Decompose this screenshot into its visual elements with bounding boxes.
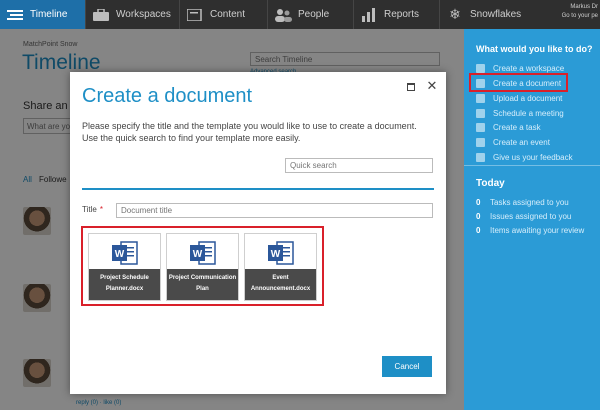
today-tasks[interactable]: 0 Tasks assigned to you	[476, 196, 569, 208]
nav-workspaces[interactable]: Workspaces	[86, 0, 180, 29]
sidebar-divider	[464, 165, 600, 166]
people-icon	[274, 8, 292, 22]
dialog-title: Create a document	[82, 85, 253, 107]
title-field-label: Title *	[82, 205, 103, 214]
nav-content[interactable]: Content	[180, 0, 268, 29]
dialog-description: Please specify the title and the templat…	[82, 121, 417, 143]
nav-label: Reports	[384, 9, 420, 20]
count-label: Tasks assigned to you	[490, 197, 569, 207]
today-issues[interactable]: 0 Issues assigned to you	[476, 210, 571, 222]
briefcase-icon	[92, 8, 110, 22]
nav-label: People	[298, 9, 330, 20]
template-list: W Project Schedule Planner.docx W Projec…	[81, 226, 324, 306]
create-document-dialog: Create a document ✕ Please specify the t…	[70, 72, 446, 394]
feedback-icon	[476, 153, 485, 162]
folder-icon	[186, 8, 204, 22]
close-icon[interactable]: ✕	[426, 79, 438, 92]
svg-text:W: W	[271, 249, 281, 260]
action-schedule-meeting[interactable]: Schedule a meeting	[476, 107, 564, 120]
sidebar-title: What would you like to do?	[476, 44, 593, 54]
word-icon: W	[268, 241, 294, 265]
action-create-event[interactable]: Create an event	[476, 136, 550, 149]
template-card[interactable]: W Project Schedule Planner.docx	[88, 233, 161, 301]
count: 0	[476, 197, 481, 207]
upload-icon	[476, 94, 485, 103]
nav-label: Workspaces	[116, 9, 171, 20]
action-give-feedback[interactable]: Give us your feedback	[476, 151, 573, 164]
cancel-button[interactable]: Cancel	[382, 356, 432, 377]
word-icon: W	[190, 241, 216, 265]
today-reviews[interactable]: 0 Items awaiting your review	[476, 224, 584, 236]
workspace-icon	[476, 64, 485, 73]
action-label: Create a workspace	[493, 64, 565, 73]
calendar-icon	[476, 138, 485, 147]
user-name: Markus Dr	[570, 4, 598, 10]
action-upload-document[interactable]: Upload a document	[476, 92, 562, 105]
nav-reports[interactable]: Reports	[354, 0, 440, 29]
count: 0	[476, 211, 481, 221]
quick-search-input[interactable]	[285, 158, 433, 173]
create-document-highlight	[469, 73, 568, 92]
title-label-text: Title	[82, 205, 97, 214]
template-card[interactable]: W Project Communication Plan	[166, 233, 239, 301]
meeting-icon	[476, 109, 485, 118]
action-label: Create an event	[493, 138, 550, 147]
svg-text:W: W	[193, 249, 203, 260]
action-label: Give us your feedback	[493, 153, 573, 162]
template-name: Event Announcement.docx	[245, 269, 316, 300]
action-label: Upload a document	[493, 94, 563, 103]
word-icon: W	[112, 241, 138, 265]
flag-icon	[476, 123, 485, 132]
nav-label: Timeline	[30, 9, 68, 20]
action-label: Create a task	[493, 123, 541, 132]
svg-text:W: W	[115, 249, 125, 260]
count-label: Issues assigned to you	[490, 211, 572, 221]
nav-people[interactable]: People	[268, 0, 354, 29]
count-label: Items awaiting your review	[490, 225, 585, 235]
top-nav: Timeline Workspaces Content People Repor…	[0, 0, 600, 29]
maximize-icon[interactable]	[406, 82, 416, 92]
required-mark: *	[99, 205, 103, 214]
template-name: Project Schedule Planner.docx	[89, 269, 160, 300]
user-menu[interactable]: Markus Dr Go to your pe	[562, 3, 598, 21]
action-create-task[interactable]: Create a task	[476, 121, 541, 134]
timeline-icon	[6, 8, 24, 22]
template-card[interactable]: W Event Announcement.docx	[244, 233, 317, 301]
count: 0	[476, 225, 481, 235]
nav-label: Content	[210, 9, 246, 20]
dialog-divider	[82, 188, 434, 190]
template-name: Project Communication Plan	[167, 269, 238, 300]
bar-chart-icon	[360, 7, 378, 22]
document-title-input[interactable]	[116, 203, 433, 218]
nav-snowflakes[interactable]: ❄ Snowflakes	[440, 0, 532, 29]
nav-timeline[interactable]: Timeline	[0, 0, 86, 29]
user-profile-link[interactable]: Go to your pe	[562, 12, 598, 21]
action-label: Schedule a meeting	[493, 109, 564, 118]
nav-label: Snowflakes	[470, 9, 522, 20]
today-title: Today	[476, 178, 505, 189]
snowflake-icon: ❄	[449, 6, 461, 22]
